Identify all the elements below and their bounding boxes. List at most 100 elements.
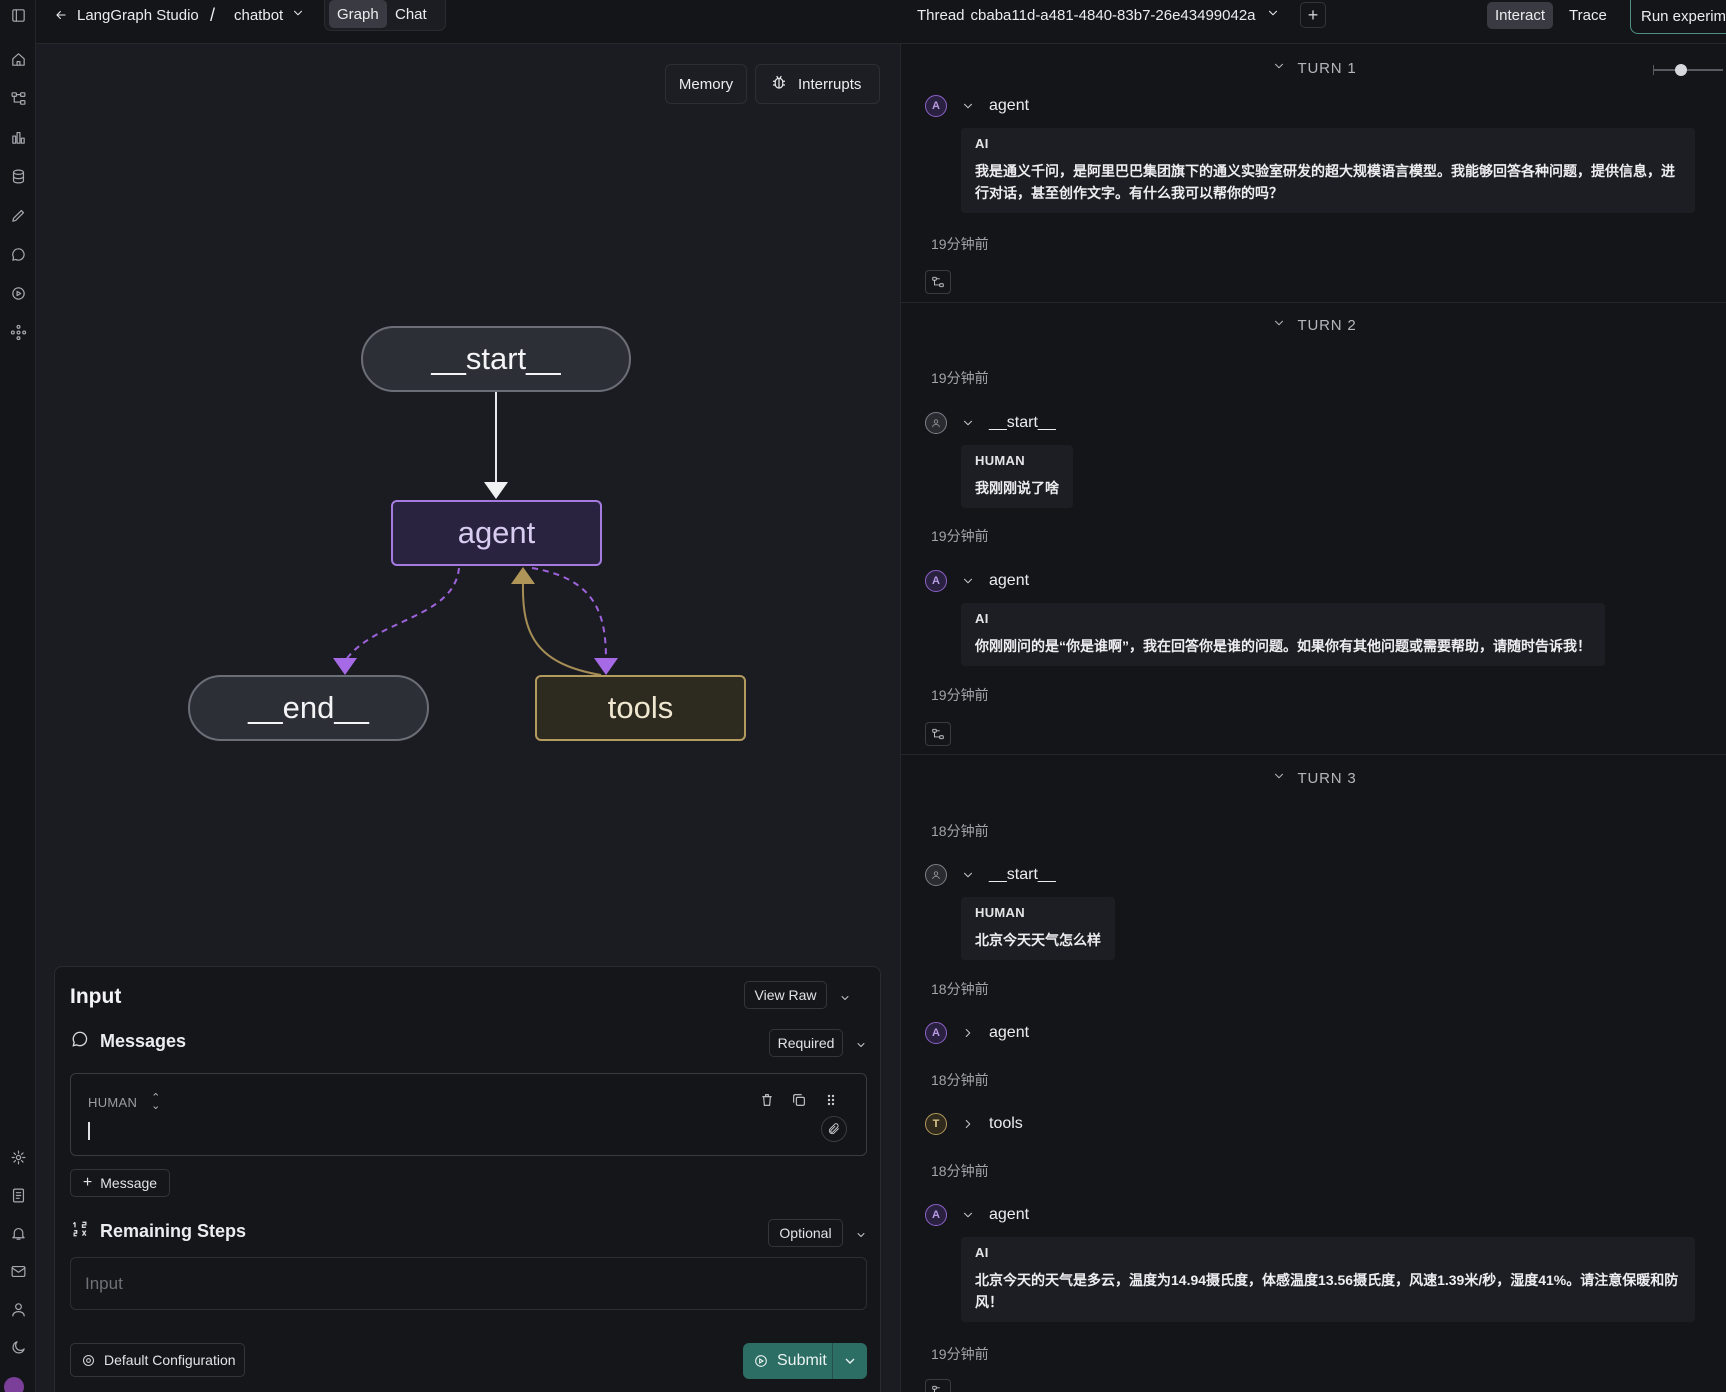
graph-canvas[interactable]: Memory Interrupts __start__ agent __end_… bbox=[36, 44, 900, 1392]
chevron-down-icon[interactable] bbox=[839, 991, 849, 1001]
view-raw-button[interactable]: View Raw bbox=[744, 981, 827, 1009]
turn-3-header[interactable]: TURN 3 bbox=[901, 768, 1726, 788]
hub-icon[interactable] bbox=[5, 319, 31, 345]
home-icon[interactable] bbox=[5, 46, 31, 72]
play-icon[interactable] bbox=[5, 280, 31, 306]
graph-selector-label: chatbot bbox=[234, 6, 284, 24]
turn-3-tools-row[interactable]: T tools bbox=[925, 1112, 1023, 1136]
top-bar: LangGraph Studio / chatbot Graph Chat Th… bbox=[36, 0, 1726, 44]
message-role: AI bbox=[975, 611, 989, 626]
node-end[interactable]: __end__ bbox=[188, 675, 429, 741]
chevron-right-icon bbox=[961, 1026, 975, 1040]
turn-2-header[interactable]: TURN 2 bbox=[901, 315, 1726, 335]
tab-chat[interactable]: Chat bbox=[387, 0, 435, 28]
tab-interact[interactable]: Interact bbox=[1487, 2, 1554, 29]
plus-icon: + bbox=[1307, 4, 1319, 25]
moon-icon[interactable] bbox=[5, 1334, 31, 1360]
messages-label: Messages bbox=[100, 1031, 187, 1051]
node-agent[interactable]: agent bbox=[391, 500, 602, 566]
message-role: HUMAN bbox=[975, 905, 1025, 920]
turn-2-start-row[interactable]: __start__ bbox=[925, 411, 1056, 435]
timestamp: 18分钟前 bbox=[931, 1163, 989, 1179]
turn-3-agent-row-collapsed[interactable]: A agent bbox=[925, 1021, 1029, 1045]
tab-graph[interactable]: Graph bbox=[329, 0, 387, 28]
input-title: Input bbox=[70, 985, 122, 1008]
timestamp: 19分钟前 bbox=[931, 687, 989, 703]
user-icon[interactable] bbox=[5, 1296, 31, 1322]
document-icon[interactable] bbox=[5, 1182, 31, 1208]
default-configuration-button[interactable]: Default Configuration bbox=[70, 1343, 245, 1377]
messages-section: Messages bbox=[70, 1029, 186, 1054]
graph-mini-icon[interactable] bbox=[925, 270, 951, 294]
edge-tools-agent bbox=[521, 583, 602, 676]
turn-2-agent-row[interactable]: A agent bbox=[925, 569, 1029, 593]
message-role: AI bbox=[975, 136, 989, 151]
chart-icon[interactable] bbox=[5, 124, 31, 150]
paperclip-icon[interactable] bbox=[821, 1116, 847, 1142]
timestamp: 18分钟前 bbox=[931, 823, 989, 839]
copy-icon[interactable] bbox=[789, 1090, 809, 1110]
database-icon[interactable] bbox=[5, 163, 31, 189]
chat-icon[interactable] bbox=[5, 241, 31, 267]
node-name: __start__ bbox=[989, 866, 1056, 883]
chevron-down-icon[interactable] bbox=[855, 1038, 865, 1048]
chevron-down-icon bbox=[961, 416, 975, 430]
chat-bubble-icon bbox=[70, 1029, 100, 1054]
plus-icon: + bbox=[82, 1174, 93, 1191]
trash-icon[interactable] bbox=[757, 1090, 777, 1110]
avatar[interactable] bbox=[4, 1377, 24, 1392]
drag-handle-icon[interactable] bbox=[821, 1090, 841, 1110]
timestamp: 19分钟前 bbox=[931, 236, 989, 252]
chevron-down-icon[interactable] bbox=[855, 1228, 865, 1238]
message-role: AI bbox=[975, 1245, 989, 1260]
graph-mini-icon[interactable] bbox=[925, 722, 951, 746]
agent-badge: A bbox=[925, 570, 947, 592]
submit-button[interactable]: Submit bbox=[743, 1343, 867, 1379]
node-name: tools bbox=[989, 1115, 1023, 1132]
submit-main[interactable]: Submit bbox=[743, 1343, 833, 1379]
node-name: agent bbox=[989, 572, 1030, 589]
node-tools[interactable]: tools bbox=[535, 675, 746, 741]
remaining-steps-input[interactable]: Input bbox=[70, 1257, 867, 1310]
node-start[interactable]: __start__ bbox=[361, 326, 631, 392]
turn-label: TURN 2 bbox=[1297, 316, 1357, 334]
turn-1-header[interactable]: TURN 1 bbox=[901, 58, 1726, 78]
tab-trace[interactable]: Trace bbox=[1561, 2, 1615, 29]
graph-mini-icon[interactable] bbox=[925, 1379, 951, 1392]
play-circle-icon bbox=[753, 1353, 769, 1369]
back-arrow-icon[interactable] bbox=[54, 0, 68, 30]
chevron-down-icon bbox=[961, 574, 975, 588]
ai-message: AI 你刚刚问的是“你是谁啊”，我在回答你是谁的问题。如果你有其他问题或需要帮助… bbox=[961, 603, 1605, 666]
turn-1-agent-row[interactable]: A agent bbox=[925, 94, 1029, 118]
default-configuration-label: Default Configuration bbox=[104, 1352, 236, 1368]
tools-badge: T bbox=[925, 1113, 947, 1135]
thread-label: Thread bbox=[917, 6, 965, 24]
message-role-selector[interactable]: HUMAN ⌃ ⌄ bbox=[88, 1092, 161, 1112]
remaining-steps-section: Remaining Steps bbox=[70, 1219, 246, 1244]
pen-icon[interactable] bbox=[5, 202, 31, 228]
run-experiment-button[interactable]: Run experim bbox=[1630, 0, 1726, 34]
graph-selector[interactable]: chatbot bbox=[234, 0, 305, 30]
chevron-down-icon bbox=[961, 99, 975, 113]
app-name-link[interactable]: LangGraph Studio bbox=[77, 0, 199, 30]
remaining-steps-optional-badge[interactable]: Optional bbox=[768, 1219, 843, 1247]
mail-icon[interactable] bbox=[5, 1258, 31, 1284]
new-thread-button[interactable]: + bbox=[1300, 2, 1326, 28]
thread-selector[interactable]: Thread cbaba11d-a481-4840-83b7-26e434990… bbox=[917, 0, 1280, 30]
agent-badge: A bbox=[925, 1022, 947, 1044]
message-editor[interactable]: HUMAN ⌃ ⌄ bbox=[70, 1073, 867, 1156]
messages-required-badge[interactable]: Required bbox=[769, 1029, 843, 1057]
panel-toggle-icon[interactable] bbox=[5, 2, 31, 28]
submit-options-chevron-icon[interactable] bbox=[833, 1353, 867, 1369]
turn-3-start-row[interactable]: __start__ bbox=[925, 863, 1056, 887]
add-message-button[interactable]: + Message bbox=[70, 1169, 170, 1197]
turn-3-agent-row[interactable]: A agent bbox=[925, 1203, 1029, 1227]
message-toolbar bbox=[745, 1090, 841, 1110]
chevron-down-icon bbox=[961, 868, 975, 882]
sort-updown-icon: ⌃ ⌄ bbox=[151, 1092, 161, 1112]
view-mode-toggle: Graph Chat bbox=[324, 0, 446, 31]
settings-icon[interactable] bbox=[5, 1144, 31, 1170]
graph-icon[interactable] bbox=[5, 85, 31, 111]
bell-icon[interactable] bbox=[5, 1220, 31, 1246]
chevron-down-icon bbox=[1266, 6, 1280, 24]
